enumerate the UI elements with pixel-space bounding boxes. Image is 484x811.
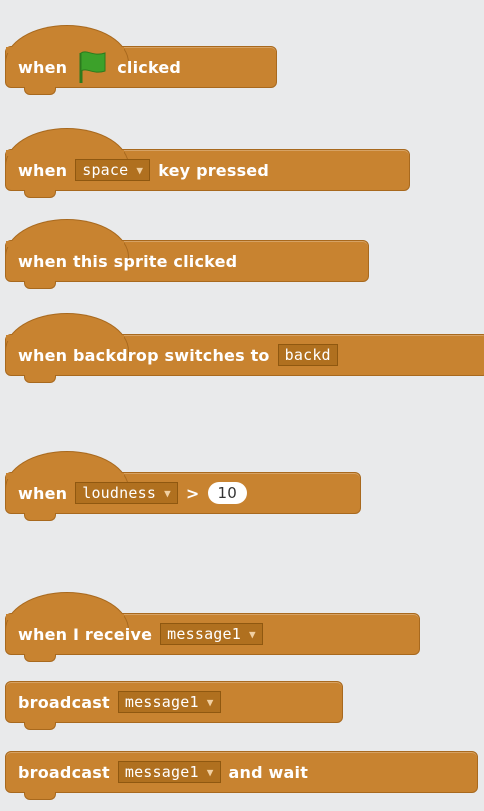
when-sprite-clicked-block[interactable]: when this sprite clicked	[5, 219, 369, 289]
chevron-down-icon: ▼	[249, 627, 256, 641]
block-text: broadcast	[18, 692, 110, 712]
block-text: when	[18, 160, 68, 180]
block-notch	[24, 190, 56, 198]
dropdown-value: message1	[124, 763, 199, 781]
block-text: broadcast	[18, 762, 110, 782]
loudness-value-input[interactable]: 10	[207, 482, 248, 504]
block-text: key pressed	[158, 160, 270, 180]
block-notch	[24, 87, 56, 95]
block-notch	[24, 513, 56, 521]
chevron-down-icon: ▼	[136, 163, 144, 177]
when-i-receive-block[interactable]: when I receive message1 ▼	[5, 592, 420, 662]
message-dropdown[interactable]: message1 ▼	[160, 623, 263, 645]
dropdown-value: space	[82, 161, 129, 179]
block-text: and wait	[228, 762, 309, 782]
block-text: when	[18, 483, 68, 503]
block-notch	[24, 722, 56, 730]
broadcast-and-wait-block[interactable]: broadcast message1 ▼ and wait	[5, 751, 478, 800]
sensor-dropdown[interactable]: loudness ▼	[75, 482, 178, 504]
block-text: clicked	[117, 57, 182, 77]
block-notch	[24, 281, 56, 289]
dropdown-value: message1	[124, 693, 199, 711]
message-dropdown[interactable]: message1 ▼	[117, 691, 221, 713]
block-notch	[24, 792, 56, 800]
when-flag-clicked-block[interactable]: when clicked	[5, 25, 277, 95]
block-text: when I receive	[18, 624, 153, 644]
block-text: when this sprite clicked	[18, 251, 238, 271]
chevron-down-icon: ▼	[164, 486, 171, 500]
backdrop-dropdown[interactable]: backd	[277, 344, 338, 366]
chevron-down-icon: ▼	[206, 765, 214, 779]
dropdown-value: backd	[284, 346, 331, 364]
when-backdrop-switches-block[interactable]: when backdrop switches to backd	[5, 313, 484, 383]
block-text: when	[18, 57, 68, 77]
key-dropdown[interactable]: space ▼	[75, 159, 151, 181]
block-notch	[24, 375, 56, 383]
chevron-down-icon: ▼	[206, 695, 214, 709]
broadcast-block[interactable]: broadcast message1 ▼	[5, 681, 343, 730]
block-notch	[24, 654, 56, 662]
when-loudness-block[interactable]: when loudness ▼ > 10	[5, 451, 361, 521]
dropdown-value: message1	[167, 625, 242, 643]
message-dropdown[interactable]: message1 ▼	[117, 761, 221, 783]
greater-than-operator: >	[185, 483, 200, 503]
when-key-pressed-block[interactable]: when space ▼ key pressed	[5, 128, 410, 198]
block-text: when backdrop switches to	[18, 345, 270, 365]
green-flag-icon	[79, 51, 106, 83]
dropdown-value: loudness	[82, 484, 157, 502]
